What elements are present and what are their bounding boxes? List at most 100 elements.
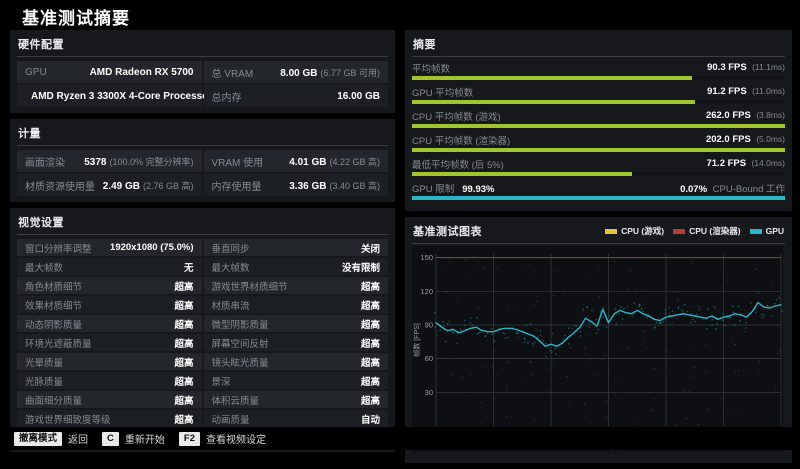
visual-setting-cell: 窗口分辨率调整1920x1080 (75.0%)	[17, 239, 202, 256]
hardware-value-extra: (6.77 GB 可用)	[320, 68, 380, 78]
visual-setting-cell: 最大帧数 没有限制	[204, 258, 389, 275]
legend-label: GPU	[766, 226, 784, 236]
visual-setting-value: 超高	[361, 298, 380, 312]
visual-setting-label: 游戏世界材质细节	[212, 279, 288, 293]
visual-setting-value: 超高	[174, 412, 193, 426]
visual-setting-cell: 景深超高	[204, 372, 389, 389]
legend-swatch-icon	[605, 229, 617, 234]
visual-setting-row: 动态阴影质量超高微型阴影质量超高	[17, 315, 388, 332]
key-action-label: 重新开始	[125, 431, 165, 446]
visual-setting-label: 动画质量	[212, 412, 250, 426]
visual-setting-label: 最大帧数	[212, 260, 250, 274]
visual-setting-value: 超高	[361, 317, 380, 331]
visual-setting-label: 垂直同步	[212, 241, 250, 255]
hardware-config-header: 硬件配置	[17, 34, 388, 57]
key-hint[interactable]: C 重新开始	[102, 431, 165, 446]
metric-cell: VRAM 使用 4.01 GB(4.22 GB 高)	[204, 150, 389, 172]
metrics-header: 计量	[17, 123, 388, 146]
visual-setting-cell: 环境光遮蔽质量超高	[17, 334, 202, 351]
stat-bar-fill	[412, 148, 785, 152]
stat-value: 91.2 FPS (11.0ms)	[707, 86, 785, 97]
key-badge[interactable]: C	[102, 432, 119, 446]
visual-setting-value: 没有限制	[342, 260, 380, 274]
key-badge[interactable]: F2	[179, 432, 200, 446]
visual-setting-cell: 垂直同步 关闭	[204, 239, 389, 256]
key-hint[interactable]: F2 查看视频设定	[179, 431, 266, 446]
metric-value: 3.36 GB(3.40 GB 高)	[289, 179, 380, 192]
summary-header: 摘要	[412, 34, 785, 57]
hardware-cell: GPU AMD Radeon RX 5700	[17, 61, 202, 83]
stat-bar-fill	[412, 100, 695, 104]
fps-line-chart: 3060901201500102030405060帧数 [FPS]时间 (秒)	[412, 246, 783, 452]
metric-label: 画面渲染	[25, 154, 65, 169]
hardware-value: 8.00 GB(6.77 GB 可用)	[280, 66, 380, 79]
summary-stat-row: 最低平均帧数 (后 5%)71.2 FPS (14.0ms)	[412, 157, 785, 176]
visual-setting-value: 关闭	[361, 241, 380, 255]
visual-setting-label: 曲面细分质量	[25, 393, 82, 407]
hardware-value: AMD Radeon RX 5700	[90, 67, 194, 78]
metric-value: 4.01 GB(4.22 GB 高)	[289, 155, 380, 168]
visual-setting-cell: 屏幕空间反射 超高	[204, 334, 389, 351]
stat-label: GPU 平均帧数	[412, 85, 473, 99]
legend-label: CPU (渲染器)	[689, 225, 740, 237]
key-hint[interactable]: 撤离模式返回	[14, 431, 88, 446]
metric-value-extra: (100.0% 完整分辨率)	[109, 157, 193, 167]
visual-setting-label: 屏幕空间反射	[212, 336, 269, 350]
svg-text:60: 60	[425, 354, 433, 363]
visual-setting-value: 超高	[174, 355, 193, 369]
metric-row: 画面渲染 5378(100.0% 完整分辨率) VRAM 使用 4.01 GB(4.2…	[17, 150, 388, 172]
footer-keybar: 撤离模式返回 C 重新开始 F2 查看视频设定	[0, 427, 800, 450]
visual-setting-cell: 微型阴影质量 超高	[204, 315, 389, 332]
key-action-label: 查看视频设定	[206, 431, 266, 446]
page-title: 基准测试摘要	[22, 4, 130, 29]
visual-setting-cell: 动画质量 自动	[204, 410, 389, 427]
hardware-label: GPU	[25, 67, 47, 78]
key-action-label: 返回	[68, 431, 88, 446]
hardware-cell: 总 VRAM8.00 GB(6.77 GB 可用)	[204, 61, 389, 83]
visual-setting-value: 超高	[361, 355, 380, 369]
visual-setting-cell: 光晕质量超高	[17, 353, 202, 370]
right-column: 摘要 平均帧数90.3 FPS (11.1ms)GPU 平均帧数91.2 FPS…	[405, 30, 792, 469]
visual-setting-cell: 曲面细分质量 超高	[17, 391, 202, 408]
metric-label: 材质资源使用量	[25, 178, 95, 193]
chart-legend: CPU (游戏) CPU (渲染器) GPU	[605, 225, 784, 237]
metrics-rows: 画面渲染 5378(100.0% 完整分辨率) VRAM 使用 4.01 GB(4.2…	[17, 150, 388, 196]
stat-value: 90.3 FPS (11.1ms)	[707, 62, 785, 73]
stat-bar-track	[412, 76, 785, 80]
legend-item: CPU (渲染器)	[673, 225, 740, 237]
key-badge[interactable]: 撤离模式	[14, 432, 62, 446]
visual-setting-value: 超高	[361, 336, 380, 350]
stat-value: 262.0 FPS (3.8ms)	[706, 110, 785, 121]
stat-label: 最低平均帧数 (后 5%)	[412, 157, 504, 171]
legend-label: CPU (游戏)	[621, 225, 664, 237]
metric-row: 材质资源使用量2.49 GB(2.76 GB 高)内存使用量3.36 GB(3.…	[17, 174, 388, 196]
stat-bar-fill	[412, 76, 692, 80]
visual-setting-cell: 体积云质量超高	[204, 391, 389, 408]
visual-settings-rows: 窗口分辨率调整1920x1080 (75.0%)垂直同步关闭最大帧数无最大帧数没…	[17, 239, 388, 446]
visual-setting-value: 超高	[361, 279, 380, 293]
visual-setting-value: 自动	[361, 412, 380, 426]
hardware-row: GPU AMD Radeon RX 5700 总 VRAM8.00 GB(6.77 …	[17, 61, 388, 83]
metric-value-extra: (2.76 GB 高)	[143, 181, 194, 191]
legend-item: CPU (游戏)	[605, 225, 664, 237]
summary-stat-row: CPU 平均帧数 (渲染器)202.0 FPS (5.0ms)	[412, 133, 785, 152]
visual-setting-value: 超高	[174, 393, 193, 407]
hardware-label: 总内存	[212, 89, 242, 104]
legend-swatch-icon	[750, 229, 762, 234]
visual-setting-label: 效果材质细节	[25, 298, 82, 312]
gpu-bound-row: GPU 限制99.93%0.07% CPU-Bound 工作	[412, 181, 785, 200]
left-column: 硬件配置 GPU AMD Radeon RX 5700 总 VRAM8.00 GB(…	[10, 30, 395, 458]
legend-item: GPU	[750, 226, 784, 236]
summary-stats: 平均帧数90.3 FPS (11.1ms)GPU 平均帧数91.2 FPS (1…	[412, 61, 785, 200]
stat-frametime: (5.0ms)	[754, 134, 785, 144]
visual-setting-cell: 角色材质细节超高	[17, 277, 202, 294]
visual-setting-row: 光晕质量超高镜头眩光质量超高	[17, 353, 388, 370]
metric-value: 5378(100.0% 完整分辨率)	[84, 155, 193, 168]
visual-setting-label: 材质串流	[212, 298, 250, 312]
visual-setting-cell: 材质串流 超高	[204, 296, 389, 313]
visual-setting-label: 微型阴影质量	[212, 317, 269, 331]
chart-title: 基准测试图表	[413, 223, 482, 239]
metric-label: VRAM 使用	[212, 154, 264, 169]
visual-setting-label: 最大帧数	[25, 260, 63, 274]
visual-setting-label: 景深	[212, 374, 231, 388]
